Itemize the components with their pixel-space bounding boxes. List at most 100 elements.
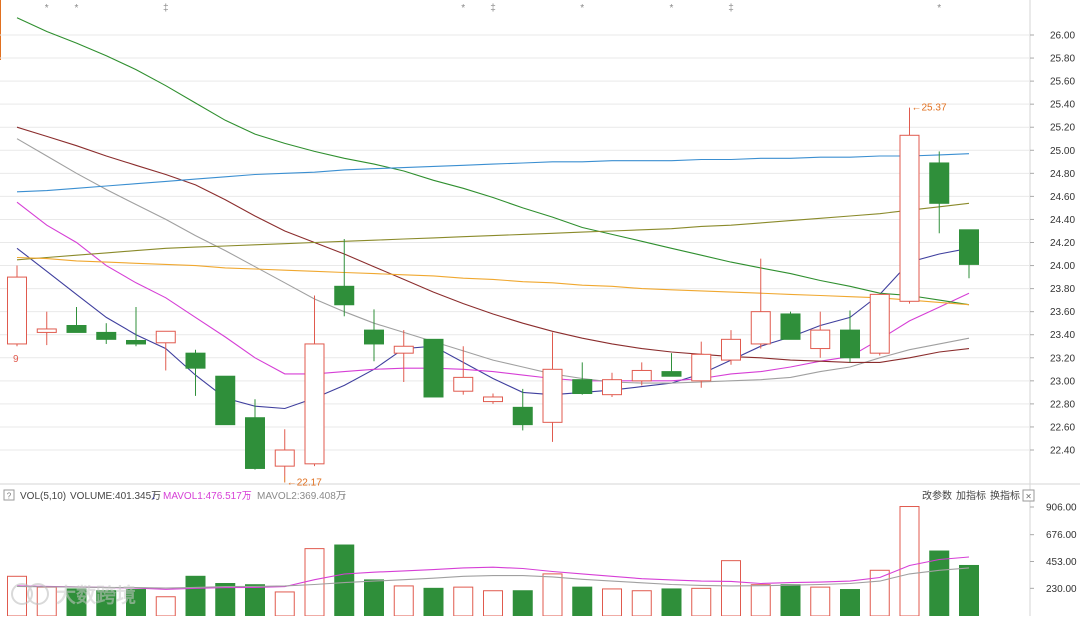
candles bbox=[7, 107, 979, 477]
volume-bar bbox=[274, 591, 295, 617]
volume-bar bbox=[959, 564, 979, 617]
volume-tick-label: 453.00 bbox=[1046, 557, 1077, 568]
candle-body bbox=[631, 369, 652, 382]
candle-body bbox=[304, 343, 325, 465]
candle-body bbox=[334, 285, 355, 306]
candle-body bbox=[602, 379, 622, 396]
price-tick-label: 25.60 bbox=[1050, 77, 1075, 88]
volume-down-arrow: ↓ bbox=[151, 491, 156, 502]
start-label: 9 bbox=[13, 354, 19, 365]
volume-bar bbox=[245, 584, 265, 617]
top-marker: ‡ bbox=[728, 3, 734, 14]
volume-tick-label: 906.00 bbox=[1046, 503, 1077, 514]
volume-tick-label: 230.00 bbox=[1046, 584, 1077, 595]
price-tick-label: 25.40 bbox=[1050, 100, 1075, 111]
volume-bar bbox=[393, 585, 414, 617]
candle-body bbox=[7, 276, 27, 345]
candle-body bbox=[661, 371, 682, 377]
help-icon[interactable]: ? bbox=[7, 492, 12, 501]
top-marker: * bbox=[45, 3, 49, 14]
top-marker: ‡ bbox=[490, 3, 496, 14]
price-tick-label: 24.00 bbox=[1050, 261, 1075, 272]
volume-bar bbox=[840, 589, 860, 617]
candle-body bbox=[453, 376, 474, 392]
volume-value: VOLUME:401.345万 bbox=[70, 491, 161, 502]
price-tick-label: 22.60 bbox=[1050, 422, 1075, 433]
price-tick-label: 24.80 bbox=[1050, 169, 1075, 180]
price-tick-label: 24.40 bbox=[1050, 215, 1075, 226]
volume-bar bbox=[810, 586, 831, 617]
volume-bar bbox=[899, 506, 920, 617]
volume-bar bbox=[185, 575, 206, 617]
volume-bar bbox=[364, 579, 384, 617]
price-tick-label: 24.20 bbox=[1050, 238, 1075, 249]
ma-line-4 bbox=[16, 126, 970, 363]
volume-bar bbox=[542, 573, 563, 617]
high-price-label: ←25.37 bbox=[912, 103, 947, 114]
volume-bar bbox=[780, 584, 801, 617]
candle-body bbox=[512, 406, 533, 426]
price-tick-label: 26.00 bbox=[1050, 31, 1075, 42]
candle-body bbox=[691, 353, 712, 382]
volume-bar bbox=[631, 590, 652, 617]
switch-indicator-button[interactable]: 换指标 bbox=[990, 489, 1020, 502]
top-marker: * bbox=[461, 3, 465, 14]
volume-bar bbox=[483, 590, 503, 617]
candlestick-chart: 9 ←25.37 ←22.17 * * ‡ * ‡ * * ‡ * 26.00 25.80 25.60 25… bbox=[0, 0, 1080, 617]
price-tick-label: 25.20 bbox=[1050, 123, 1075, 134]
candle-body bbox=[542, 368, 563, 423]
mavol1-value: MAVOL1:476.517万 bbox=[163, 491, 252, 502]
volume-ma-lines bbox=[16, 556, 970, 590]
annotations: 9 ←25.37 ←22.17 * * ‡ * ‡ * * ‡ * bbox=[13, 3, 947, 489]
mavol2-value: MAVOL2:369.408万 bbox=[257, 491, 346, 502]
volume-bar bbox=[602, 588, 622, 617]
candle-body bbox=[126, 339, 146, 345]
candle-body bbox=[66, 325, 87, 333]
candle-body bbox=[185, 352, 206, 369]
candle-body bbox=[959, 229, 979, 265]
low-price-label: ←22.17 bbox=[287, 478, 322, 489]
candle-body bbox=[155, 330, 176, 344]
add-indicator-button[interactable]: 加指标 bbox=[956, 489, 986, 502]
candle-body bbox=[36, 328, 57, 333]
volume-bar bbox=[572, 586, 593, 617]
price-tick-label: 23.20 bbox=[1050, 353, 1075, 364]
volume-axis: 906.00 676.00 453.00 230.00 bbox=[1030, 503, 1077, 595]
price-tick-label: 23.60 bbox=[1050, 307, 1075, 318]
price-tick-label: 25.80 bbox=[1050, 54, 1075, 65]
candle-body bbox=[810, 329, 831, 350]
volume-bar bbox=[691, 587, 712, 617]
top-marker: * bbox=[580, 3, 584, 14]
volume-bar bbox=[512, 590, 533, 617]
volume-bars bbox=[7, 506, 979, 617]
price-tick-label: 25.00 bbox=[1050, 146, 1075, 157]
close-icon[interactable]: × bbox=[1026, 492, 1032, 503]
candle-body bbox=[572, 379, 593, 395]
candle-body bbox=[840, 329, 860, 359]
volume-bar bbox=[215, 583, 236, 617]
candle-body bbox=[245, 417, 265, 469]
top-marker: ‡ bbox=[163, 3, 169, 14]
volume-header: ? VOL(5,10) VOLUME:401.345万 ↓ MAVOL1:476… bbox=[3, 489, 1035, 503]
candle-body bbox=[721, 338, 741, 361]
volume-bar bbox=[155, 596, 176, 617]
volume-bar bbox=[750, 584, 771, 617]
watermark-text: 大数跨境 bbox=[56, 583, 136, 607]
kline-chart-app: 9 ←25.37 ←22.17 * * ‡ * ‡ * * ‡ * 26.00 25.80 25.60 25… bbox=[0, 0, 1080, 617]
candle-body bbox=[750, 311, 771, 345]
modify-params-button[interactable]: 改参数 bbox=[922, 489, 952, 502]
candle-body bbox=[423, 338, 444, 398]
candle-body bbox=[899, 134, 920, 302]
price-tick-label: 23.80 bbox=[1050, 284, 1075, 295]
mavol2-up-arrow: ↑ bbox=[342, 491, 347, 502]
price-tick-label: 24.60 bbox=[1050, 192, 1075, 203]
candle-body bbox=[393, 345, 414, 354]
volume-bar bbox=[334, 544, 355, 617]
ma-line-2 bbox=[16, 201, 970, 382]
volume-bar bbox=[721, 560, 741, 617]
price-tick-label: 23.40 bbox=[1050, 330, 1075, 341]
candle-body bbox=[96, 331, 117, 340]
price-tick-label: 23.00 bbox=[1050, 376, 1075, 387]
watermark: 大数跨境 bbox=[11, 583, 136, 607]
ma-line-1 bbox=[16, 247, 970, 410]
